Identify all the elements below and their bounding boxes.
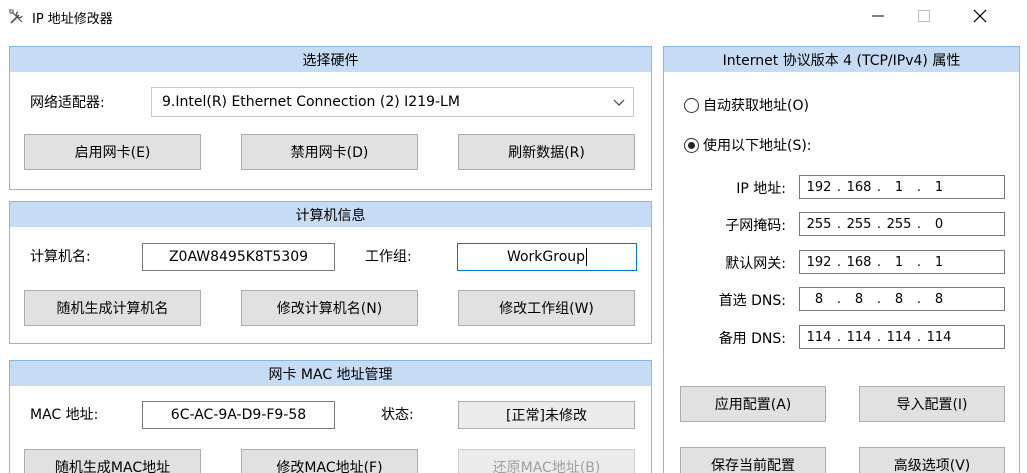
workgroup-value: WorkGroup — [506, 249, 586, 265]
refresh-data-button[interactable]: 刷新数据(R) — [458, 134, 635, 170]
ip-octet-separator: . — [876, 254, 882, 270]
computer-group: 计算机信息 计算机名: Z0AW8495K8T5309 工作组: WorkGro… — [9, 201, 652, 344]
adapter-label: 网络适配器: — [30, 95, 105, 111]
adapter-select[interactable]: 9.Intel(R) Ethernet Connection (2) I219-… — [151, 87, 634, 117]
ip-octet-separator: . — [876, 329, 882, 345]
ip-octet[interactable]: 114 — [844, 330, 874, 345]
hardware-group-header: 选择硬件 — [10, 47, 651, 72]
ip-octet[interactable]: 1 — [924, 180, 954, 195]
ip-octet[interactable]: 1 — [924, 255, 954, 270]
random-mac-button[interactable]: 随机生成MAC地址 — [24, 449, 201, 473]
workgroup-input[interactable]: WorkGroup — [457, 243, 637, 271]
ip-octet-separator: . — [916, 291, 922, 307]
apply-config-button[interactable]: 应用配置(A) — [680, 386, 826, 422]
ip-octet[interactable]: 114 — [884, 330, 914, 345]
window-title: IP 地址修改器 — [32, 12, 113, 27]
maximize-button[interactable] — [901, 0, 947, 32]
ip-octet[interactable]: 114 — [804, 330, 834, 345]
ip-octet[interactable]: 168 — [844, 255, 874, 270]
modify-mac-button[interactable]: 修改MAC地址(F) — [241, 449, 418, 473]
mac-group: 网卡 MAC 地址管理 MAC 地址: 6C-AC-9A-D9-F9-58 状态… — [9, 360, 652, 473]
ip-octet[interactable]: 1 — [884, 180, 914, 195]
mac-address-input[interactable]: 6C-AC-9A-D9-F9-58 — [142, 401, 335, 429]
ip-octet[interactable]: 114 — [924, 330, 954, 345]
computer-group-header: 计算机信息 — [10, 202, 651, 227]
random-computer-name-button[interactable]: 随机生成计算机名 — [24, 290, 201, 326]
ip-octet-separator: . — [836, 291, 842, 307]
mac-status-badge: [正常]未修改 — [458, 401, 635, 429]
chevron-down-icon — [613, 96, 625, 108]
ip-octet[interactable]: 255 — [884, 217, 914, 232]
close-button[interactable] — [957, 0, 1003, 32]
ip-octet[interactable]: 255 — [804, 217, 834, 232]
ip-octet-separator: . — [836, 254, 842, 270]
auto-address-radio[interactable]: 自动获取地址(O) — [684, 95, 809, 115]
ip-octet[interactable]: 192 — [804, 180, 834, 195]
hardware-group: 选择硬件 网络适配器: 9.Intel(R) Ethernet Connecti… — [9, 46, 652, 190]
restore-mac-button[interactable]: 还原MAC地址(B) — [458, 449, 635, 473]
ipv4-group: Internet 协议版本 4 (TCP/IPv4) 属性 自动获取地址(O) … — [663, 46, 1020, 473]
ip-address-input[interactable]: 192. 168. 1. 1 — [799, 250, 1005, 274]
mac-address-label: MAC 地址: — [30, 407, 99, 423]
ip-octet[interactable]: 168 — [844, 180, 874, 195]
ip-octet[interactable]: 8 — [804, 292, 834, 307]
ip-octet-separator: . — [916, 179, 922, 195]
ip-octet[interactable]: 1 — [884, 255, 914, 270]
manual-address-label: 使用以下地址(S): — [703, 138, 812, 154]
computer-name-value: Z0AW8495K8T5309 — [168, 249, 309, 265]
mac-status-value: [正常]未修改 — [506, 408, 587, 424]
change-workgroup-button[interactable]: 修改工作组(W) — [458, 290, 635, 326]
ip-octet-separator: . — [916, 254, 922, 270]
workgroup-label: 工作组: — [365, 249, 412, 265]
tools-icon — [8, 8, 26, 26]
mac-address-value: 6C-AC-9A-D9-F9-58 — [170, 407, 307, 423]
mac-status-label: 状态: — [381, 407, 414, 423]
radio-button[interactable] — [684, 137, 699, 153]
ip-octet[interactable]: 8 — [844, 292, 874, 307]
ip-row-label: 默认网关: — [725, 256, 786, 272]
ip-octet-separator: . — [916, 216, 922, 232]
ip-octet-separator: . — [876, 216, 882, 232]
ip-row-label: 备用 DNS: — [718, 331, 786, 347]
disable-adapter-button[interactable]: 禁用网卡(D) — [241, 134, 418, 170]
computer-name-input[interactable]: Z0AW8495K8T5309 — [142, 243, 335, 271]
ipv4-group-header: Internet 协议版本 4 (TCP/IPv4) 属性 — [664, 47, 1019, 72]
ip-address-input[interactable]: 8.8.8.8 — [799, 287, 1005, 311]
advanced-options-button[interactable]: 高级选项(V) — [859, 447, 1005, 473]
ip-row-label: 子网掩码: — [725, 218, 786, 234]
ip-address-input[interactable]: 114. 114. 114. 114 — [799, 325, 1005, 349]
ip-row-label: IP 地址: — [736, 181, 786, 197]
manual-address-radio[interactable]: 使用以下地址(S): — [684, 135, 812, 155]
save-config-button[interactable]: 保存当前配置 — [680, 447, 826, 473]
minimize-button[interactable] — [855, 0, 901, 32]
ip-octet-separator: . — [836, 216, 842, 232]
ip-octet[interactable]: 8 — [924, 292, 954, 307]
title-bar: IP 地址修改器 — [0, 0, 1027, 36]
ip-octet-separator: . — [836, 179, 842, 195]
ip-octet[interactable]: 8 — [884, 292, 914, 307]
enable-adapter-button[interactable]: 启用网卡(E) — [24, 134, 201, 170]
rename-computer-button[interactable]: 修改计算机名(N) — [241, 290, 418, 326]
ip-address-input[interactable]: 192. 168. 1. 1 — [799, 175, 1005, 199]
ip-octet[interactable]: 192 — [804, 255, 834, 270]
import-config-button[interactable]: 导入配置(I) — [859, 386, 1005, 422]
ip-octet[interactable]: 255 — [844, 217, 874, 232]
ip-octet-separator: . — [876, 179, 882, 195]
text-caret — [586, 248, 588, 266]
ip-octet-separator: . — [876, 291, 882, 307]
mac-group-header: 网卡 MAC 地址管理 — [10, 361, 651, 386]
ip-address-input[interactable]: 255. 255. 255. 0 — [799, 212, 1005, 236]
ip-octet-separator: . — [916, 329, 922, 345]
adapter-select-value: 9.Intel(R) Ethernet Connection (2) I219-… — [162, 94, 460, 110]
ip-octet[interactable]: 0 — [924, 217, 954, 232]
ip-row-label: 首选 DNS: — [718, 293, 786, 309]
computer-name-label: 计算机名: — [30, 249, 91, 265]
ip-octet-separator: . — [836, 329, 842, 345]
auto-address-label: 自动获取地址(O) — [703, 98, 809, 114]
radio-button[interactable] — [684, 97, 699, 113]
